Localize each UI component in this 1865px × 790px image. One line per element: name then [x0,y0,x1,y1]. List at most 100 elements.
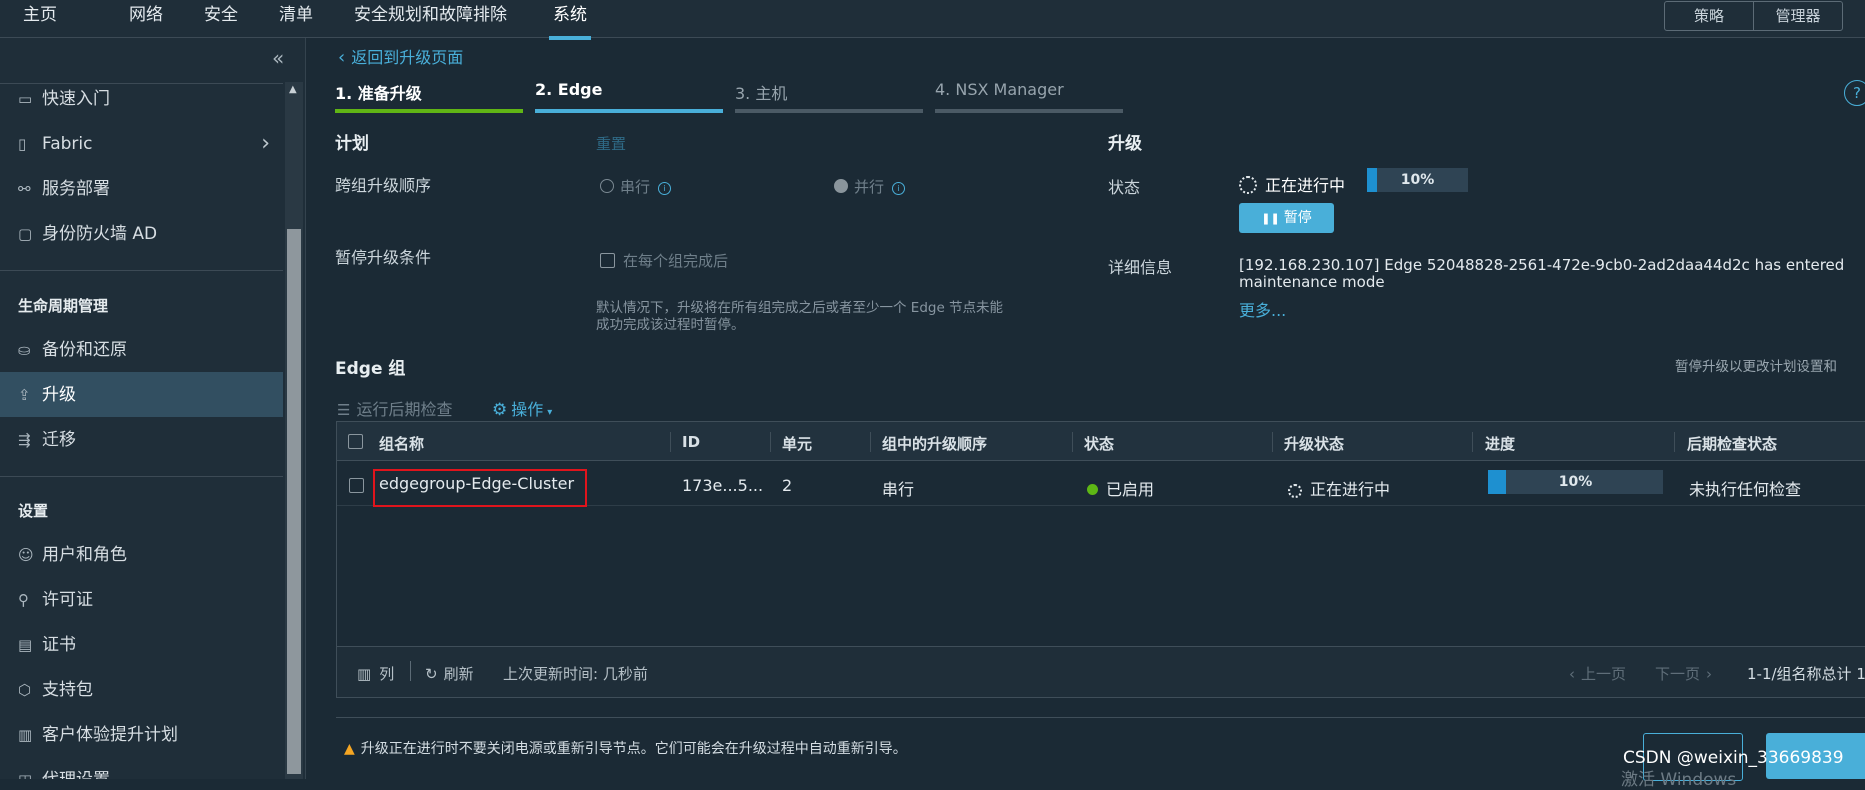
pause-label: 暂停升级条件 [335,248,432,267]
scroll-thumb[interactable] [287,229,301,774]
row-checkbox[interactable] [349,478,364,493]
double-chevron-left-icon[interactable]: « [272,46,284,70]
prev-page-button[interactable]: ‹ 上一页 [1569,663,1626,684]
sidebar-item-label: 用户和角色 [42,545,127,565]
upgrade-title: 升级 [1108,134,1142,154]
share-icon: ⚯ [18,180,31,198]
nav-networking[interactable]: 网络 [129,0,163,36]
step-nsx-manager-bar [935,109,1123,113]
serial-label: 串行 [620,178,651,196]
actions-dropdown[interactable]: ⚙ 操作 ▾ [492,396,552,420]
sidebar-item-users-roles[interactable]: ☺ 用户和角色 [18,543,127,567]
proxy-icon: ◫ [18,768,42,779]
lifecycle-header: 生命周期管理 [18,297,109,315]
info-icon[interactable]: i [658,182,672,195]
sidebar-item-fabric[interactable]: ▯ Fabric › [18,132,270,156]
back-link-label: 返回到升级页面 [351,48,464,67]
group-name-link[interactable]: edgegroup-Edge-Cluster [379,474,574,493]
upgrade-icon: ⇪ [18,386,31,404]
divider [1674,432,1675,452]
col-upgrade-status[interactable]: 升级状态 [1284,433,1344,454]
col-post-check[interactable]: 后期检查状态 [1687,433,1777,454]
reset-link[interactable]: 重置 [596,133,626,154]
col-progress[interactable]: 进度 [1485,433,1515,454]
backup-icon: ⛀ [18,341,31,359]
cell-units: 2 [782,476,793,495]
sidebar-item-support-bundle[interactable]: ⬡ 支持包 [18,678,93,702]
columns-icon: ▥ [357,665,372,683]
col-order[interactable]: 组中的升级顺序 [882,433,987,454]
sidebar-item-upgrade[interactable]: ⇪ 升级 [18,383,76,407]
sidebar-item-service-deploy[interactable]: ⚯ 服务部署 [18,177,110,201]
status-text: 正在进行中 [1265,176,1346,195]
folder-icon: ▢ [18,225,33,243]
order-label: 跨组升级顺序 [335,176,432,195]
pause-button[interactable]: ❚❚ 暂停 [1239,203,1334,233]
nav-security[interactable]: 安全 [204,0,238,36]
sidebar-item-label: 许可证 [42,590,93,610]
sidebar-item-certificates[interactable]: ▤ 证书 [18,633,76,657]
parallel-radio[interactable]: 并行 i [834,176,906,197]
col-state[interactable]: 状态 [1084,433,1114,454]
serial-radio[interactable]: 串行 i [600,176,672,197]
divider [1272,432,1273,452]
step-hosts-bar [735,109,923,113]
sidebar-item-proxy[interactable]: ◫代理设置 [18,768,110,779]
details-line1: [192.168.230.107] Edge 52048828-2561-472… [1239,256,1845,274]
step-hosts[interactable]: 3. 主机 [735,80,787,104]
help-icon[interactable]: ? [1844,80,1865,106]
scroll-up-icon[interactable]: ▲ [289,84,297,95]
run-post-check-button[interactable]: ☰ 运行后期检查 [337,396,452,420]
col-units[interactable]: 单元 [782,433,812,454]
more-link[interactable]: 更多... [1239,297,1286,321]
info-icon[interactable]: i [892,182,906,195]
sidebar-item-label: 客户体验提升计划 [42,725,178,745]
sidebar-item-license[interactable]: ⚲ 许可证 [18,588,93,612]
details-label: 详细信息 [1108,258,1173,277]
gear-icon: ⚙ [492,400,508,420]
upgrade-status-text: 正在进行中 [1310,480,1391,499]
nav-inventory[interactable]: 清单 [279,0,313,36]
sidebar-item-label: 备份和还原 [42,340,127,360]
chevron-right-icon: › [1706,665,1713,683]
sidebar-item-migrate[interactable]: ⇶ 迁移 [18,428,76,452]
step-prepare[interactable]: 1. 准备升级 [335,80,422,104]
sidebar-item-ceip[interactable]: ▥ 客户体验提升计划 [18,723,178,747]
next-label: 下一页 [1655,665,1701,683]
status-label: 状态 [1108,178,1141,197]
edge-groups-table: 组名称 ID 单元 组中的升级顺序 状态 升级状态 进度 后期检查状态 edge… [336,421,1865,698]
edge-groups-title: Edge 组 [335,359,406,379]
back-link[interactable]: ‹ 返回到升级页面 [338,44,463,68]
checklist-icon: ☰ [337,401,351,419]
next-page-button[interactable]: 下一页 › [1655,663,1712,684]
sidebar-scrollbar[interactable]: ▲ [285,82,303,779]
nav-plan-troubleshoot[interactable]: 安全规划和故障排除 [354,0,507,36]
status-dot-icon [1087,484,1098,495]
spinner-icon [1239,176,1257,194]
laptop-icon: ▭ [18,90,33,108]
radio-icon [600,179,614,193]
columns-toggle[interactable]: ▥ 列 [357,663,394,684]
warning-icon: ▲ [344,741,355,757]
details-line2: maintenance mode [1239,273,1385,291]
sidebar-item-identity-firewall[interactable]: ▢ 身份防火墙 AD [18,222,157,246]
manager-mode-button[interactable]: 管理器 [1753,1,1843,31]
warning-text: 升级正在进行时不要关闭电源或重新引导节点。它们可能会在升级过程中自动重新引导。 [360,741,907,757]
select-all-checkbox[interactable] [348,434,363,449]
activate-windows-watermark: 激活 Windows [1621,770,1737,790]
nav-system[interactable]: 系统 [549,0,591,40]
policy-mode-button[interactable]: 策略 [1664,1,1754,31]
col-id[interactable]: ID [682,433,700,451]
pause-icon: ❚❚ [1261,212,1280,225]
pause-checkbox[interactable]: 在每个组完成后 [600,250,728,271]
sidebar-item-label: 升级 [42,385,76,405]
sidebar-item-backup[interactable]: ⛀ 备份和还原 [18,338,127,362]
step-nsx-manager[interactable]: 4. NSX Manager [935,80,1064,99]
step-edge[interactable]: 2. Edge [535,80,602,99]
divider [336,717,1865,718]
col-group-name[interactable]: 组名称 [379,433,424,454]
sidebar-item-quickstart[interactable]: ▭ 快速入门 [18,87,110,111]
nav-home[interactable]: 主页 [23,0,57,36]
divider [770,432,771,452]
refresh-button[interactable]: ↻ 刷新 [425,663,474,684]
